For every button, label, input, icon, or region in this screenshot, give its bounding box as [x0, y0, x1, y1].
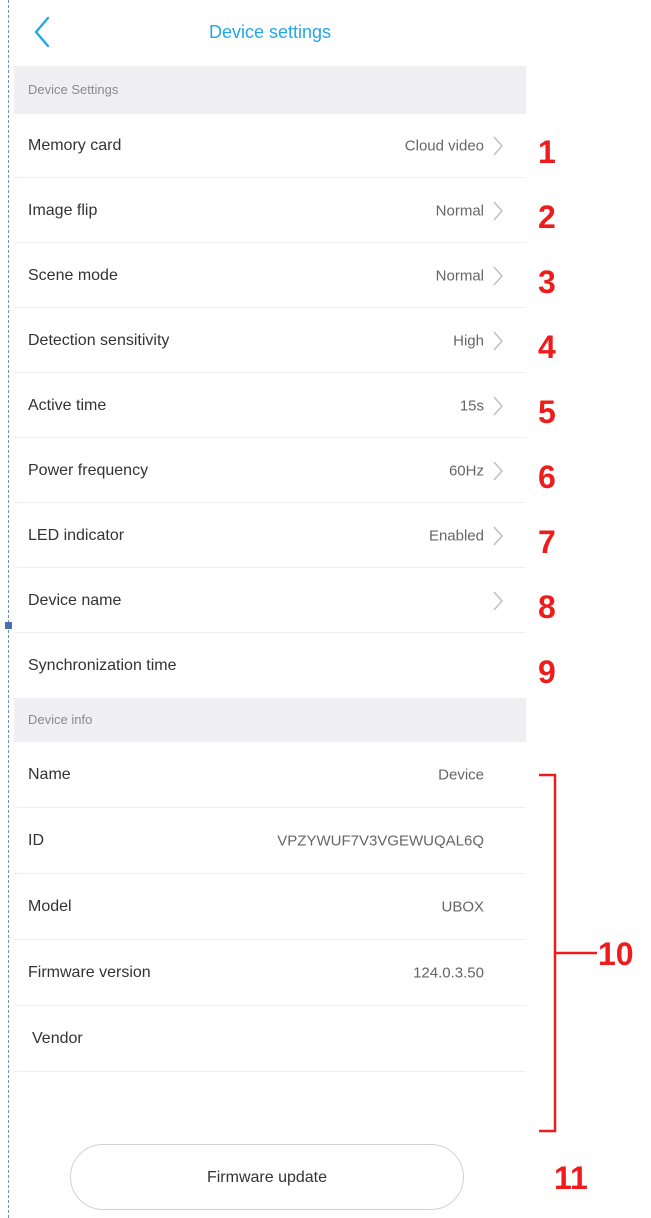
row-value: Normal	[435, 202, 484, 219]
section-title: Device Settings	[28, 82, 119, 97]
section-header-device-info: Device info	[14, 698, 526, 742]
row-value: 124.0.3.50	[413, 964, 484, 981]
guide-line	[8, 0, 9, 1218]
info-row-model: Model UBOX	[14, 874, 526, 940]
row-label: ID	[28, 831, 44, 849]
row-label: Scene mode	[28, 266, 118, 284]
firmware-update-button[interactable]: Firmware update	[70, 1144, 464, 1210]
info-row-name: Name Device	[14, 742, 526, 808]
annotation-marker-6: 6	[538, 459, 556, 495]
header-bar: Device settings	[14, 0, 526, 66]
chevron-right-icon	[492, 200, 504, 222]
row-label: Vendor	[32, 1029, 83, 1047]
row-value: Device	[438, 766, 484, 783]
row-label: Model	[28, 897, 72, 915]
chevron-right-icon	[492, 395, 504, 417]
row-detection-sensitivity[interactable]: Detection sensitivity High	[14, 309, 526, 373]
annotation-marker-1: 1	[538, 134, 556, 170]
info-row-vendor: Vendor	[14, 1006, 526, 1072]
annotation-marker-4: 4	[538, 329, 556, 365]
row-label: Name	[28, 765, 71, 783]
row-power-frequency[interactable]: Power frequency 60Hz	[14, 439, 526, 503]
row-device-name[interactable]: Device name	[14, 569, 526, 633]
row-value: 15s	[459, 397, 484, 414]
chevron-right-icon	[492, 135, 504, 157]
info-row-id: ID VPZYWUF7V3VGEWUQAL6Q	[14, 808, 526, 874]
chevron-right-icon	[492, 525, 504, 547]
chevron-right-icon	[492, 590, 504, 612]
row-label: Image flip	[28, 201, 98, 219]
row-label: Power frequency	[28, 461, 149, 479]
row-synchronization-time[interactable]: Synchronization time	[14, 634, 526, 698]
annotation-marker-9: 9	[538, 654, 556, 690]
section-header-device-settings: Device Settings	[14, 66, 526, 114]
row-label: Synchronization time	[28, 657, 177, 674]
row-label: LED indicator	[28, 526, 125, 544]
chevron-right-icon	[492, 460, 504, 482]
row-memory-card[interactable]: Memory card Cloud video	[14, 114, 526, 178]
row-label: Firmware version	[28, 963, 151, 981]
annotation-marker-7: 7	[538, 524, 556, 560]
row-label: Detection sensitivity	[28, 331, 170, 349]
annotation-marker-5: 5	[538, 394, 556, 430]
row-led-indicator[interactable]: LED indicator Enabled	[14, 504, 526, 568]
annotation-bracket	[539, 773, 597, 1133]
annotation-marker-3: 3	[538, 264, 556, 300]
row-value: Normal	[435, 267, 484, 284]
row-scene-mode[interactable]: Scene mode Normal	[14, 244, 526, 308]
annotation-marker-8: 8	[538, 589, 556, 625]
row-label: Device name	[28, 591, 122, 609]
row-image-flip[interactable]: Image flip Normal	[14, 179, 526, 243]
annotation-marker-11: 11	[554, 1160, 588, 1196]
row-value: Cloud video	[404, 137, 484, 154]
row-value: 60Hz	[448, 462, 484, 479]
annotation-marker-10: 10	[598, 936, 634, 972]
row-value: High	[453, 332, 484, 349]
chevron-right-icon	[492, 330, 504, 352]
chevron-right-icon	[492, 265, 504, 287]
row-value: Enabled	[428, 527, 484, 544]
info-row-firmware-version: Firmware version 124.0.3.50	[14, 940, 526, 1006]
row-label: Active time	[28, 396, 107, 414]
row-value: UBOX	[441, 898, 484, 915]
annotation-marker-2: 2	[538, 199, 556, 235]
device-settings-screen: Device settings Device Settings Memory c…	[14, 0, 526, 1218]
page-title: Device settings	[208, 22, 332, 42]
row-value: VPZYWUF7V3VGEWUQAL6Q	[277, 832, 484, 849]
row-active-time[interactable]: Active time 15s	[14, 374, 526, 438]
guide-handle[interactable]	[5, 622, 12, 629]
section-title: Device info	[28, 712, 93, 727]
row-label: Memory card	[28, 136, 122, 154]
